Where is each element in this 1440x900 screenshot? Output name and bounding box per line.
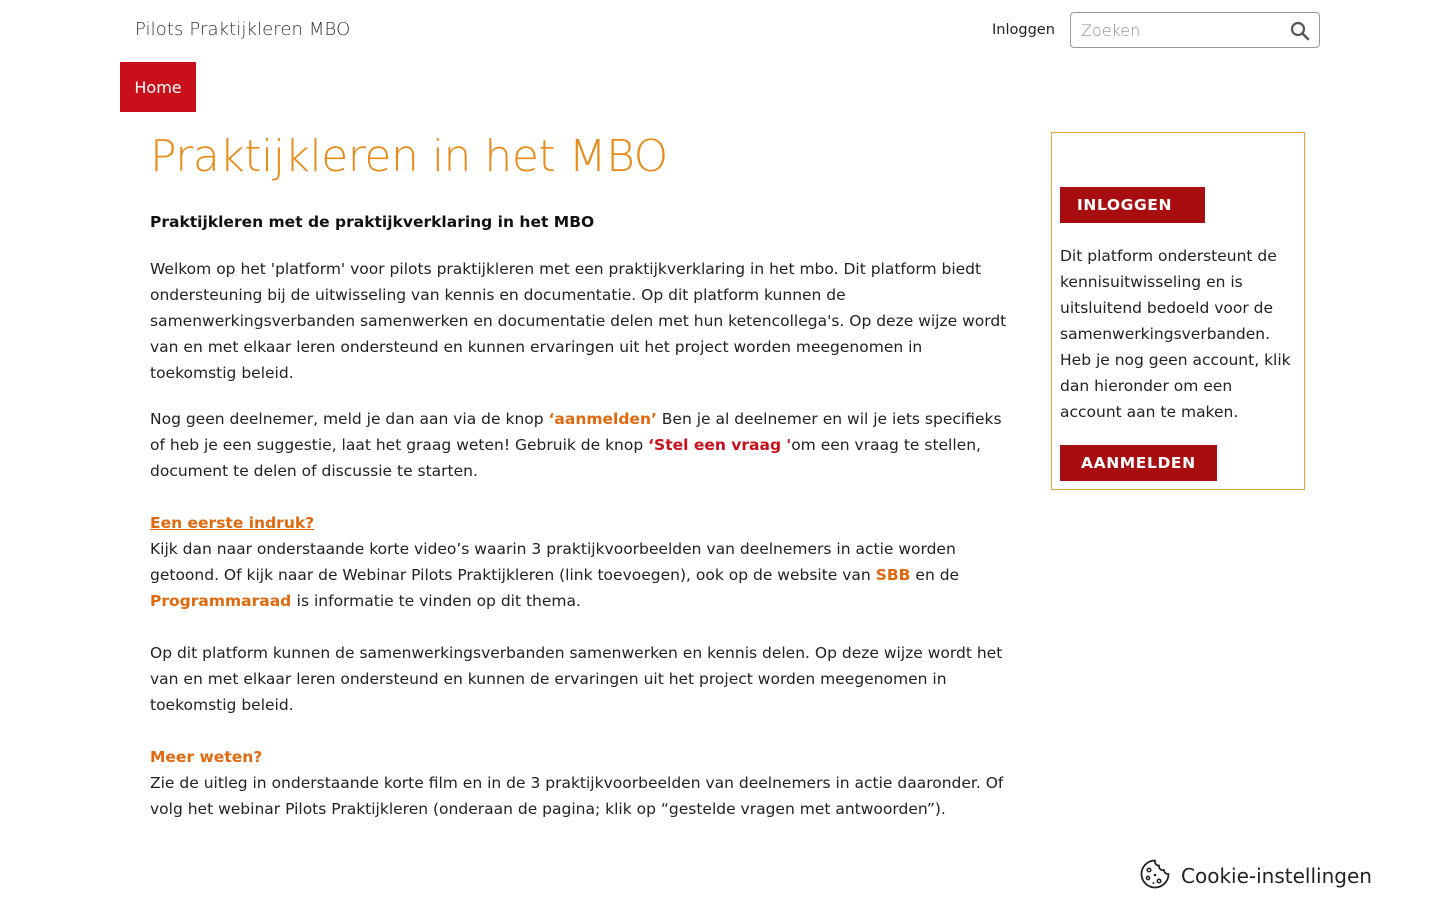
participate-paragraph: Nog geen deelnemer, meld je dan aan via … (150, 406, 1010, 484)
nav-home-tab[interactable]: Home (120, 62, 196, 112)
cookie-settings-button[interactable]: Cookie-instellingen (1139, 858, 1372, 894)
meer-weten-heading: Meer weten? (150, 748, 263, 766)
programmaraad-link[interactable]: Programmaraad (150, 592, 297, 610)
login-sidebar: INLOGGEN Dit platform ondersteunt de ken… (1051, 132, 1305, 490)
stel-een-vraag-link[interactable]: ‘Stel een vraag ' (648, 436, 791, 454)
search-icon[interactable] (1290, 21, 1310, 41)
eerste-indruk-text-2: en de (910, 566, 960, 584)
platform-paragraph: Op dit platform kunnen de samenwerkingsv… (150, 644, 1003, 714)
page-subtitle: Praktijkleren met de praktijkverklaring … (150, 213, 595, 231)
cookie-settings-label: Cookie-instellingen (1181, 864, 1372, 888)
sidebar-login-button[interactable]: INLOGGEN (1060, 187, 1206, 223)
sidebar-description: Dit platform ondersteunt de kennisuitwis… (1060, 247, 1291, 421)
sbb-link[interactable]: SBB (876, 566, 911, 584)
sidebar-signup-button[interactable]: AANMELDEN (1060, 445, 1217, 481)
meer-weten-paragraph: Zie de uitleg in onderstaande korte film… (150, 774, 1004, 818)
page-title: Praktijkleren in het MBO (150, 131, 668, 182)
site-title[interactable]: Pilots Praktijkleren MBO (135, 19, 350, 40)
participate-text-1: Nog geen deelnemer, meld je dan aan via … (150, 410, 549, 428)
main-content: Praktijkleren in het MBO Praktijkleren m… (150, 130, 1010, 822)
aanmelden-link[interactable]: ‘aanmelden’ (549, 410, 657, 428)
search-input[interactable] (1071, 13, 1281, 47)
intro-paragraph: Welkom op het 'platform' voor pilots pra… (150, 260, 1007, 382)
eerste-indruk-text-1: Kijk dan naar onderstaande korte video’s… (150, 540, 956, 584)
eerste-indruk-heading-link[interactable]: Een eerste indruk? (150, 510, 1010, 536)
eerste-indruk-paragraph: Kijk dan naar onderstaande korte video’s… (150, 536, 1010, 614)
cookie-icon (1139, 858, 1171, 894)
login-link[interactable]: Inloggen (992, 22, 1055, 38)
search-box (1070, 12, 1320, 48)
eerste-indruk-text-3: is informatie te vinden op dit thema. (296, 592, 581, 610)
